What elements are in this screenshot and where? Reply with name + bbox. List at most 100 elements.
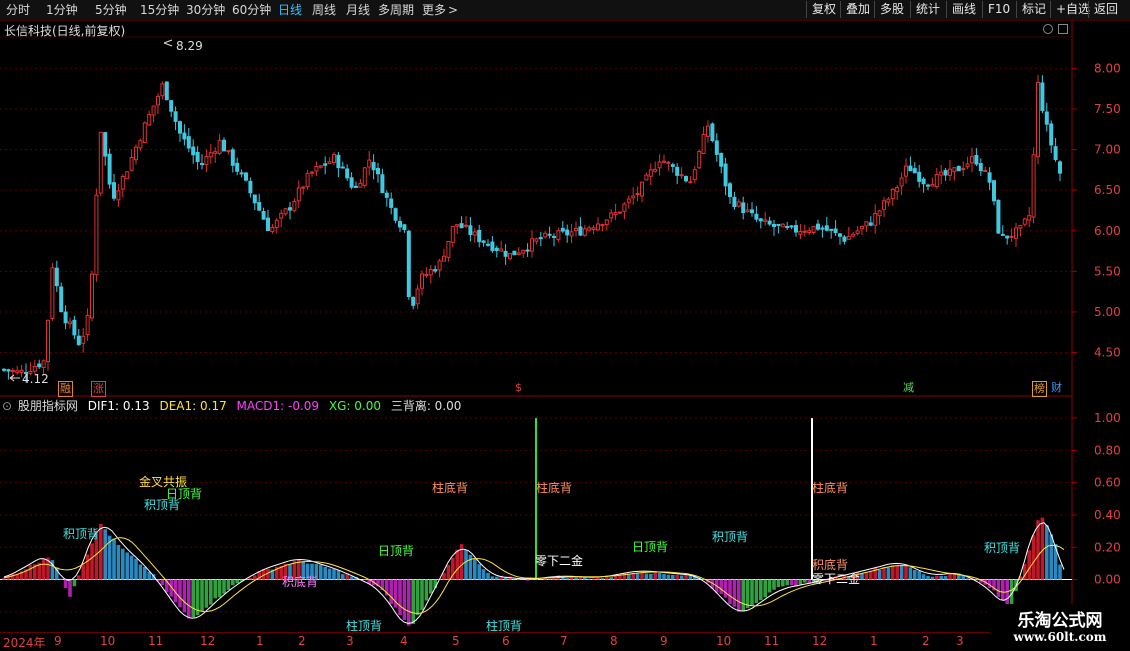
candle-body bbox=[333, 155, 336, 163]
candle-body bbox=[1059, 162, 1062, 173]
candle-body bbox=[632, 196, 635, 198]
candle-body bbox=[676, 167, 679, 175]
candle-body bbox=[38, 364, 41, 367]
indicator-axis-label: 0.60 bbox=[1094, 476, 1121, 490]
candle-body bbox=[465, 225, 468, 226]
indicator-axis-label: 0.40 bbox=[1094, 508, 1121, 522]
date-label: 1 bbox=[870, 634, 878, 648]
macd-bar bbox=[684, 575, 688, 580]
candle-body bbox=[209, 153, 212, 157]
event-badge-billboard[interactable]: 榜 bbox=[1032, 381, 1047, 397]
event-badge-margin[interactable]: 融 bbox=[58, 381, 73, 397]
candle-body bbox=[861, 226, 864, 228]
macd-bar bbox=[178, 580, 182, 608]
macd-bar bbox=[891, 565, 895, 579]
macd-bar bbox=[447, 565, 451, 580]
event-badge-finance[interactable]: 财 bbox=[1050, 381, 1063, 395]
candle-body bbox=[966, 164, 969, 167]
signal-label: 柱底背 bbox=[812, 479, 848, 496]
candle-body bbox=[1006, 236, 1009, 238]
event-badge-limit-up[interactable]: 涨 bbox=[91, 381, 106, 397]
candle-body bbox=[931, 184, 934, 186]
candle-body bbox=[878, 211, 881, 216]
candlestick-series bbox=[3, 75, 1062, 383]
candle-body bbox=[843, 237, 846, 241]
macd-bar bbox=[389, 580, 393, 604]
macd-bar bbox=[328, 569, 332, 580]
candle-body bbox=[711, 124, 714, 141]
candle-body bbox=[909, 166, 912, 171]
macd-bar bbox=[939, 576, 943, 580]
macd-bar bbox=[574, 578, 578, 580]
macd-bar bbox=[222, 580, 226, 594]
date-axis: 2024年 9 10 11 12 1 2 3 4 5 6 7 8 9 10 11… bbox=[0, 632, 1070, 651]
candle-body bbox=[795, 226, 798, 232]
macd-bar bbox=[332, 569, 336, 579]
collapse-circle-icon[interactable] bbox=[1043, 24, 1053, 34]
candle-body bbox=[1054, 147, 1057, 160]
candle-body bbox=[478, 230, 481, 241]
macd-bar bbox=[777, 580, 781, 587]
macd-bar bbox=[737, 580, 741, 612]
high-arrow-icon bbox=[164, 40, 172, 46]
candle-body bbox=[227, 151, 230, 152]
candle-body bbox=[346, 169, 349, 178]
price-axis-label: 6.00 bbox=[1094, 224, 1121, 238]
macd-bar bbox=[733, 580, 737, 607]
candle-body bbox=[381, 175, 384, 193]
candle-body bbox=[192, 147, 195, 155]
macd-bar bbox=[609, 577, 613, 579]
event-badge-dividend[interactable]: $ bbox=[514, 381, 523, 395]
macd-bar bbox=[869, 571, 873, 579]
candle-body bbox=[350, 178, 353, 187]
candle-body bbox=[940, 172, 943, 175]
macd-bar bbox=[728, 580, 732, 605]
date-label: 10 bbox=[100, 634, 115, 648]
macd-bar bbox=[667, 575, 671, 580]
candle-body bbox=[1037, 82, 1040, 156]
candle-body bbox=[922, 179, 925, 184]
candle-body bbox=[355, 186, 358, 187]
macd-bar bbox=[1032, 535, 1036, 579]
signal-label: 积顶背 bbox=[63, 525, 99, 542]
indicator-axis-label: 0.80 bbox=[1094, 443, 1121, 457]
candle-body bbox=[667, 162, 670, 163]
high-price-marker: 8.29 bbox=[176, 39, 203, 53]
candle-body bbox=[443, 256, 446, 261]
macd-bar bbox=[785, 580, 789, 586]
candle-body bbox=[601, 225, 604, 226]
candle-body bbox=[570, 232, 573, 236]
candle-body bbox=[425, 275, 428, 276]
indicator-name[interactable]: 股朋指标网 bbox=[18, 399, 78, 413]
macd-bar bbox=[403, 580, 407, 620]
maximize-icon[interactable] bbox=[1058, 24, 1068, 34]
candle-body bbox=[865, 222, 868, 226]
candle-body bbox=[165, 82, 168, 100]
candle-body bbox=[971, 157, 974, 163]
candle-body bbox=[817, 224, 820, 229]
date-label: 9 bbox=[660, 634, 668, 648]
signal-label: 积顶背 bbox=[144, 496, 180, 513]
indicator-menu-icon[interactable]: ⊙ bbox=[2, 399, 12, 413]
macd-bar bbox=[1045, 525, 1049, 580]
candle-body bbox=[69, 322, 72, 324]
candle-body bbox=[187, 137, 190, 148]
candle-body bbox=[513, 251, 516, 255]
candle-body bbox=[592, 228, 595, 230]
candle-body bbox=[790, 226, 793, 227]
candle-body bbox=[720, 153, 723, 166]
signal-label: 积底背 bbox=[282, 573, 318, 590]
date-label: 7 bbox=[560, 634, 568, 648]
macd-bar bbox=[1001, 580, 1005, 601]
candle-body bbox=[729, 184, 732, 197]
macd-bar bbox=[29, 565, 33, 580]
date-label: 10 bbox=[716, 634, 731, 648]
candle-body bbox=[777, 224, 780, 225]
candle-body bbox=[575, 228, 578, 230]
macd-bar bbox=[917, 571, 921, 580]
candle-body bbox=[702, 135, 705, 154]
date-label: 2 bbox=[298, 634, 306, 648]
macd-bar bbox=[878, 570, 882, 580]
candle-body bbox=[77, 336, 80, 344]
event-badge-reduce[interactable]: 减 bbox=[902, 381, 915, 395]
